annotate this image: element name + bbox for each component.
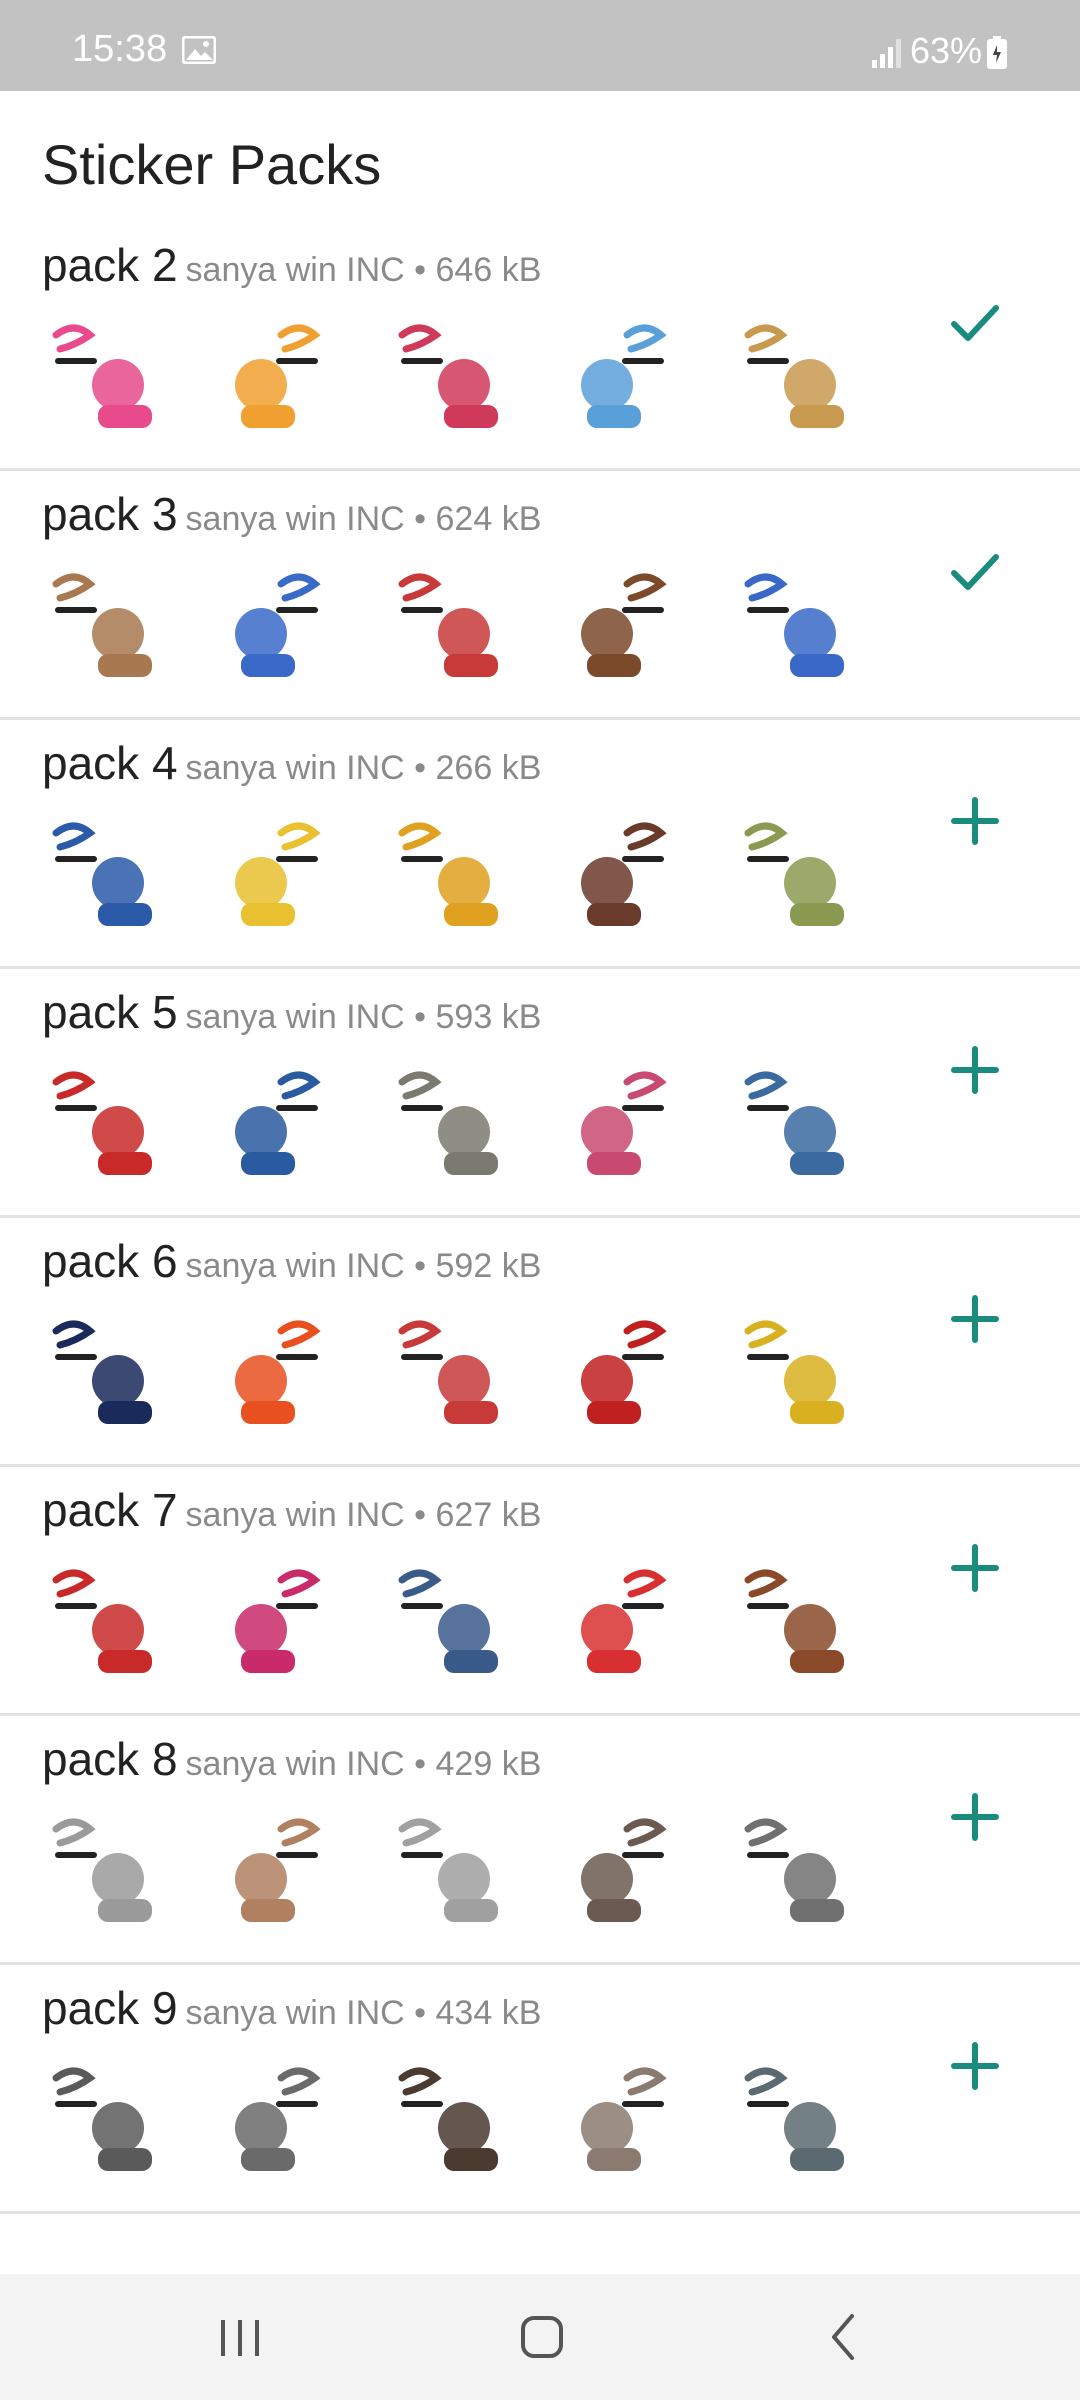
- sticker-thumbnail: [235, 1071, 321, 1175]
- pack-row[interactable]: pack 8 sanya win INC • 429 kB: [0, 1712, 1080, 1965]
- sticker-preview-strip: [48, 1060, 888, 1190]
- sticker-thumbnail: [52, 2067, 152, 2171]
- pack-name: pack 4: [42, 737, 178, 789]
- plus-icon[interactable]: [940, 1533, 1010, 1603]
- sticker-thumbnail: [235, 324, 321, 428]
- recent-apps-icon[interactable]: [205, 2302, 275, 2372]
- pack-header: pack 7 sanya win INC • 627 kB: [42, 1483, 541, 1537]
- sticker-preview-strip: [48, 1558, 888, 1688]
- sticker-thumbnail: [744, 2067, 844, 2171]
- sticker-thumbnail: [744, 1818, 844, 1922]
- pack-name: pack 2: [42, 239, 178, 291]
- pack-row[interactable]: pack 6 sanya win INC • 592 kB: [0, 1214, 1080, 1467]
- pack-name: pack 8: [42, 1733, 178, 1785]
- battery-percent: 63%: [910, 30, 983, 71]
- sticker-thumbnail: [235, 1569, 321, 1673]
- pack-row[interactable]: pack 9 sanya win INC • 434 kB: [0, 1961, 1080, 2214]
- sticker-preview-strip: [48, 811, 888, 941]
- sticker-thumbnail: [581, 1818, 667, 1922]
- pack-meta: sanya win INC • 429 kB: [185, 1745, 542, 1783]
- sticker-preview-strip: [48, 1309, 888, 1439]
- sticker-thumbnail: [398, 573, 498, 677]
- sticker-thumbnail: [52, 1071, 152, 1175]
- pack-name: pack 9: [42, 1982, 178, 2034]
- pack-meta: sanya win INC • 627 kB: [185, 1496, 542, 1534]
- pack-name: pack 6: [42, 1235, 178, 1287]
- pack-meta: sanya win INC • 593 kB: [185, 998, 542, 1036]
- sticker-thumbnail: [581, 2067, 667, 2171]
- pack-row[interactable]: pack 7 sanya win INC • 627 kB: [0, 1463, 1080, 1716]
- back-icon[interactable]: [808, 2302, 878, 2372]
- pack-header: pack 9 sanya win INC • 434 kB: [42, 1981, 541, 2035]
- plus-icon[interactable]: [940, 1782, 1010, 1852]
- sticker-preview-strip: [48, 2056, 888, 2186]
- sticker-thumbnail: [235, 1320, 321, 1424]
- sticker-thumbnail: [398, 1320, 498, 1424]
- pack-meta: sanya win INC • 646 kB: [185, 251, 542, 289]
- home-icon[interactable]: [507, 2302, 577, 2372]
- sticker-thumbnail: [744, 573, 844, 677]
- sticker-thumbnail: [581, 822, 667, 926]
- check-icon[interactable]: [940, 288, 1010, 358]
- pack-meta: sanya win INC • 624 kB: [185, 500, 542, 538]
- pack-row[interactable]: pack 4 sanya win INC • 266 kB: [0, 716, 1080, 969]
- pack-meta: sanya win INC • 266 kB: [185, 749, 542, 787]
- sticker-thumbnail: [744, 1071, 844, 1175]
- sticker-thumbnail: [398, 822, 498, 926]
- sticker-thumbnail: [581, 1320, 667, 1424]
- sticker-thumbnail: [235, 2067, 321, 2171]
- sticker-thumbnail: [398, 1818, 498, 1922]
- plus-icon[interactable]: [940, 1284, 1010, 1354]
- sticker-thumbnail: [52, 1569, 152, 1673]
- plus-icon[interactable]: [940, 1035, 1010, 1105]
- sticker-thumbnail: [52, 324, 152, 428]
- plus-icon[interactable]: [940, 2031, 1010, 2101]
- sticker-thumbnail: [398, 2067, 498, 2171]
- sticker-thumbnail: [52, 1320, 152, 1424]
- pack-row[interactable]: pack 3 sanya win INC • 624 kB: [0, 467, 1080, 720]
- sticker-thumbnail: [581, 573, 667, 677]
- sticker-thumbnail: [581, 1071, 667, 1175]
- sticker-thumbnail: [744, 1569, 844, 1673]
- pack-name: pack 7: [42, 1484, 178, 1536]
- sticker-thumbnail: [581, 1569, 667, 1673]
- pack-name: pack 5: [42, 986, 178, 1038]
- pack-name: pack 3: [42, 488, 178, 540]
- sticker-preview-strip: [48, 562, 888, 692]
- pack-row[interactable]: pack 5 sanya win INC • 593 kB: [0, 965, 1080, 1218]
- sticker-thumbnail: [52, 1818, 152, 1922]
- navigation-bar: [0, 2274, 1080, 2400]
- sticker-thumbnail: [581, 324, 667, 428]
- sticker-thumbnail: [744, 324, 844, 428]
- pack-row[interactable]: pack 2 sanya win INC • 646 kB: [0, 218, 1080, 471]
- signal-icon: [872, 39, 901, 68]
- plus-icon[interactable]: [940, 786, 1010, 856]
- sticker-thumbnail: [744, 1320, 844, 1424]
- image-notification-icon: [182, 36, 216, 64]
- sticker-thumbnail: [52, 573, 152, 677]
- pack-header: pack 6 sanya win INC • 592 kB: [42, 1234, 541, 1288]
- sticker-thumbnail: [235, 1818, 321, 1922]
- check-icon[interactable]: [940, 537, 1010, 607]
- pack-header: pack 5 sanya win INC • 593 kB: [42, 985, 541, 1039]
- sticker-thumbnail: [235, 822, 321, 926]
- status-bar: 15:38 63%: [0, 0, 1080, 91]
- pack-header: pack 3 sanya win INC • 624 kB: [42, 487, 541, 541]
- sticker-thumbnail: [398, 1071, 498, 1175]
- pack-header: pack 2 sanya win INC • 646 kB: [42, 238, 541, 292]
- sticker-thumbnail: [52, 822, 152, 926]
- battery-icon: [987, 36, 1007, 69]
- sticker-thumbnail: [235, 573, 321, 677]
- sticker-thumbnail: [744, 822, 844, 926]
- sticker-preview-strip: [48, 313, 888, 443]
- sticker-thumbnail: [398, 1569, 498, 1673]
- status-time: 15:38: [72, 28, 168, 70]
- sticker-preview-strip: [48, 1807, 888, 1937]
- pack-meta: sanya win INC • 434 kB: [185, 1994, 542, 2032]
- pack-header: pack 8 sanya win INC • 429 kB: [42, 1732, 541, 1786]
- page-title: Sticker Packs: [42, 133, 382, 196]
- pack-meta: sanya win INC • 592 kB: [185, 1247, 542, 1285]
- sticker-thumbnail: [398, 324, 498, 428]
- pack-header: pack 4 sanya win INC • 266 kB: [42, 736, 541, 790]
